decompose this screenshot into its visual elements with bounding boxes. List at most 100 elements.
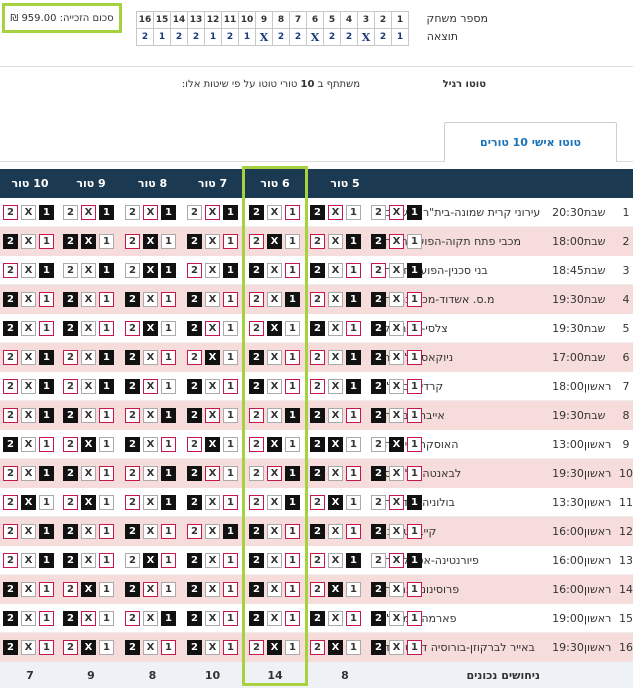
guess-cell[interactable]: 1 [346, 466, 361, 481]
guess-cell[interactable]: X [81, 466, 96, 481]
guess-cell[interactable]: X [21, 640, 36, 655]
guess-cell[interactable]: 2 [187, 350, 202, 365]
guess-cell[interactable]: X [205, 553, 220, 568]
guess-cell[interactable]: X [21, 524, 36, 539]
guess-cell[interactable]: 1 [99, 553, 114, 568]
guess-cell[interactable]: 2 [310, 205, 325, 220]
guess-cell[interactable]: 2 [371, 582, 386, 597]
guess-cell[interactable]: 2 [125, 524, 140, 539]
guess-cell[interactable]: 1 [99, 582, 114, 597]
guess-cell[interactable]: 2 [125, 611, 140, 626]
guess-cell[interactable]: 1 [39, 408, 54, 423]
guess-cell[interactable]: 2 [125, 437, 140, 452]
guess-cell[interactable]: 1 [223, 437, 238, 452]
guess-cell[interactable]: 1 [407, 292, 422, 307]
guess-cell[interactable]: 2 [187, 466, 202, 481]
guess-cell[interactable]: 1 [161, 263, 176, 278]
guess-cell[interactable]: X [81, 321, 96, 336]
guess-cell[interactable]: X [328, 408, 343, 423]
guess-cell[interactable]: 1 [346, 611, 361, 626]
guess-cell[interactable]: 1 [39, 553, 54, 568]
guess-cell[interactable]: 2 [3, 640, 18, 655]
guess-cell[interactable]: 1 [346, 379, 361, 394]
guess-cell[interactable]: 2 [187, 379, 202, 394]
guess-cell[interactable]: X [143, 263, 158, 278]
guess-cell[interactable]: 2 [3, 553, 18, 568]
guess-cell[interactable]: X [21, 495, 36, 510]
guess-cell[interactable]: 1 [39, 437, 54, 452]
guess-cell[interactable]: X [328, 350, 343, 365]
guess-cell[interactable]: X [328, 292, 343, 307]
guess-cell[interactable]: X [389, 466, 404, 481]
guess-cell[interactable]: X [328, 582, 343, 597]
guess-cell[interactable]: 1 [99, 640, 114, 655]
guess-cell[interactable]: 1 [407, 524, 422, 539]
guess-cell[interactable]: 1 [99, 321, 114, 336]
guess-cell[interactable]: X [21, 437, 36, 452]
guess-cell[interactable]: X [21, 292, 36, 307]
guess-cell[interactable]: X [328, 640, 343, 655]
guess-cell[interactable]: X [328, 321, 343, 336]
guess-cell[interactable]: 1 [407, 437, 422, 452]
guess-cell[interactable]: 2 [3, 611, 18, 626]
guess-cell[interactable]: X [389, 640, 404, 655]
guess-cell[interactable]: 2 [125, 205, 140, 220]
guess-cell[interactable]: 1 [407, 466, 422, 481]
guess-cell[interactable]: 1 [223, 350, 238, 365]
guess-cell[interactable]: X [143, 466, 158, 481]
guess-cell[interactable]: 2 [63, 524, 78, 539]
guess-cell[interactable]: 1 [346, 582, 361, 597]
guess-cell[interactable]: 1 [39, 321, 54, 336]
guess-cell[interactable]: 2 [310, 553, 325, 568]
guess-cell[interactable]: X [389, 321, 404, 336]
guess-cell[interactable]: 1 [223, 321, 238, 336]
guess-cell[interactable]: 2 [187, 437, 202, 452]
guess-cell[interactable]: 2 [3, 205, 18, 220]
guess-cell[interactable]: 1 [39, 350, 54, 365]
guess-cell[interactable]: 2 [3, 408, 18, 423]
guess-cell[interactable]: 2 [371, 553, 386, 568]
guess-cell[interactable]: X [205, 611, 220, 626]
guess-cell[interactable]: 1 [99, 437, 114, 452]
guess-cell[interactable]: 2 [3, 466, 18, 481]
guess-cell[interactable]: 2 [63, 234, 78, 249]
guess-cell[interactable]: X [328, 234, 343, 249]
guess-cell[interactable]: 2 [187, 321, 202, 336]
guess-cell[interactable]: 1 [161, 466, 176, 481]
guess-cell[interactable]: X [21, 205, 36, 220]
guess-cell[interactable]: 1 [161, 524, 176, 539]
guess-cell[interactable]: 2 [371, 321, 386, 336]
guess-cell[interactable]: 2 [310, 379, 325, 394]
guess-cell[interactable]: 1 [407, 205, 422, 220]
guess-cell[interactable]: 1 [407, 553, 422, 568]
guess-cell[interactable]: 2 [125, 350, 140, 365]
guess-cell[interactable]: X [389, 437, 404, 452]
guess-cell[interactable]: 1 [161, 611, 176, 626]
guess-cell[interactable]: 1 [39, 640, 54, 655]
guess-cell[interactable]: 1 [161, 379, 176, 394]
guess-cell[interactable]: 2 [371, 350, 386, 365]
guess-cell[interactable]: 1 [407, 321, 422, 336]
guess-cell[interactable]: X [328, 205, 343, 220]
guess-cell[interactable]: X [21, 379, 36, 394]
guess-cell[interactable]: 1 [161, 321, 176, 336]
guess-cell[interactable]: X [81, 524, 96, 539]
guess-cell[interactable]: X [205, 495, 220, 510]
guess-cell[interactable]: X [389, 292, 404, 307]
guess-cell[interactable]: X [143, 234, 158, 249]
guess-cell[interactable]: 1 [161, 292, 176, 307]
guess-cell[interactable]: 1 [223, 495, 238, 510]
guess-cell[interactable]: X [21, 408, 36, 423]
guess-cell[interactable]: X [21, 350, 36, 365]
guess-cell[interactable]: 1 [161, 553, 176, 568]
guess-cell[interactable]: 2 [187, 495, 202, 510]
guess-cell[interactable]: 1 [223, 205, 238, 220]
guess-cell[interactable]: 2 [310, 437, 325, 452]
guess-cell[interactable]: 2 [310, 495, 325, 510]
guess-cell[interactable]: 2 [187, 234, 202, 249]
guess-cell[interactable]: 1 [223, 611, 238, 626]
guess-cell[interactable]: 1 [39, 524, 54, 539]
guess-cell[interactable]: X [205, 466, 220, 481]
tab-personal-10[interactable]: טוטו אישי 10 טורים [444, 122, 617, 162]
guess-cell[interactable]: X [328, 524, 343, 539]
